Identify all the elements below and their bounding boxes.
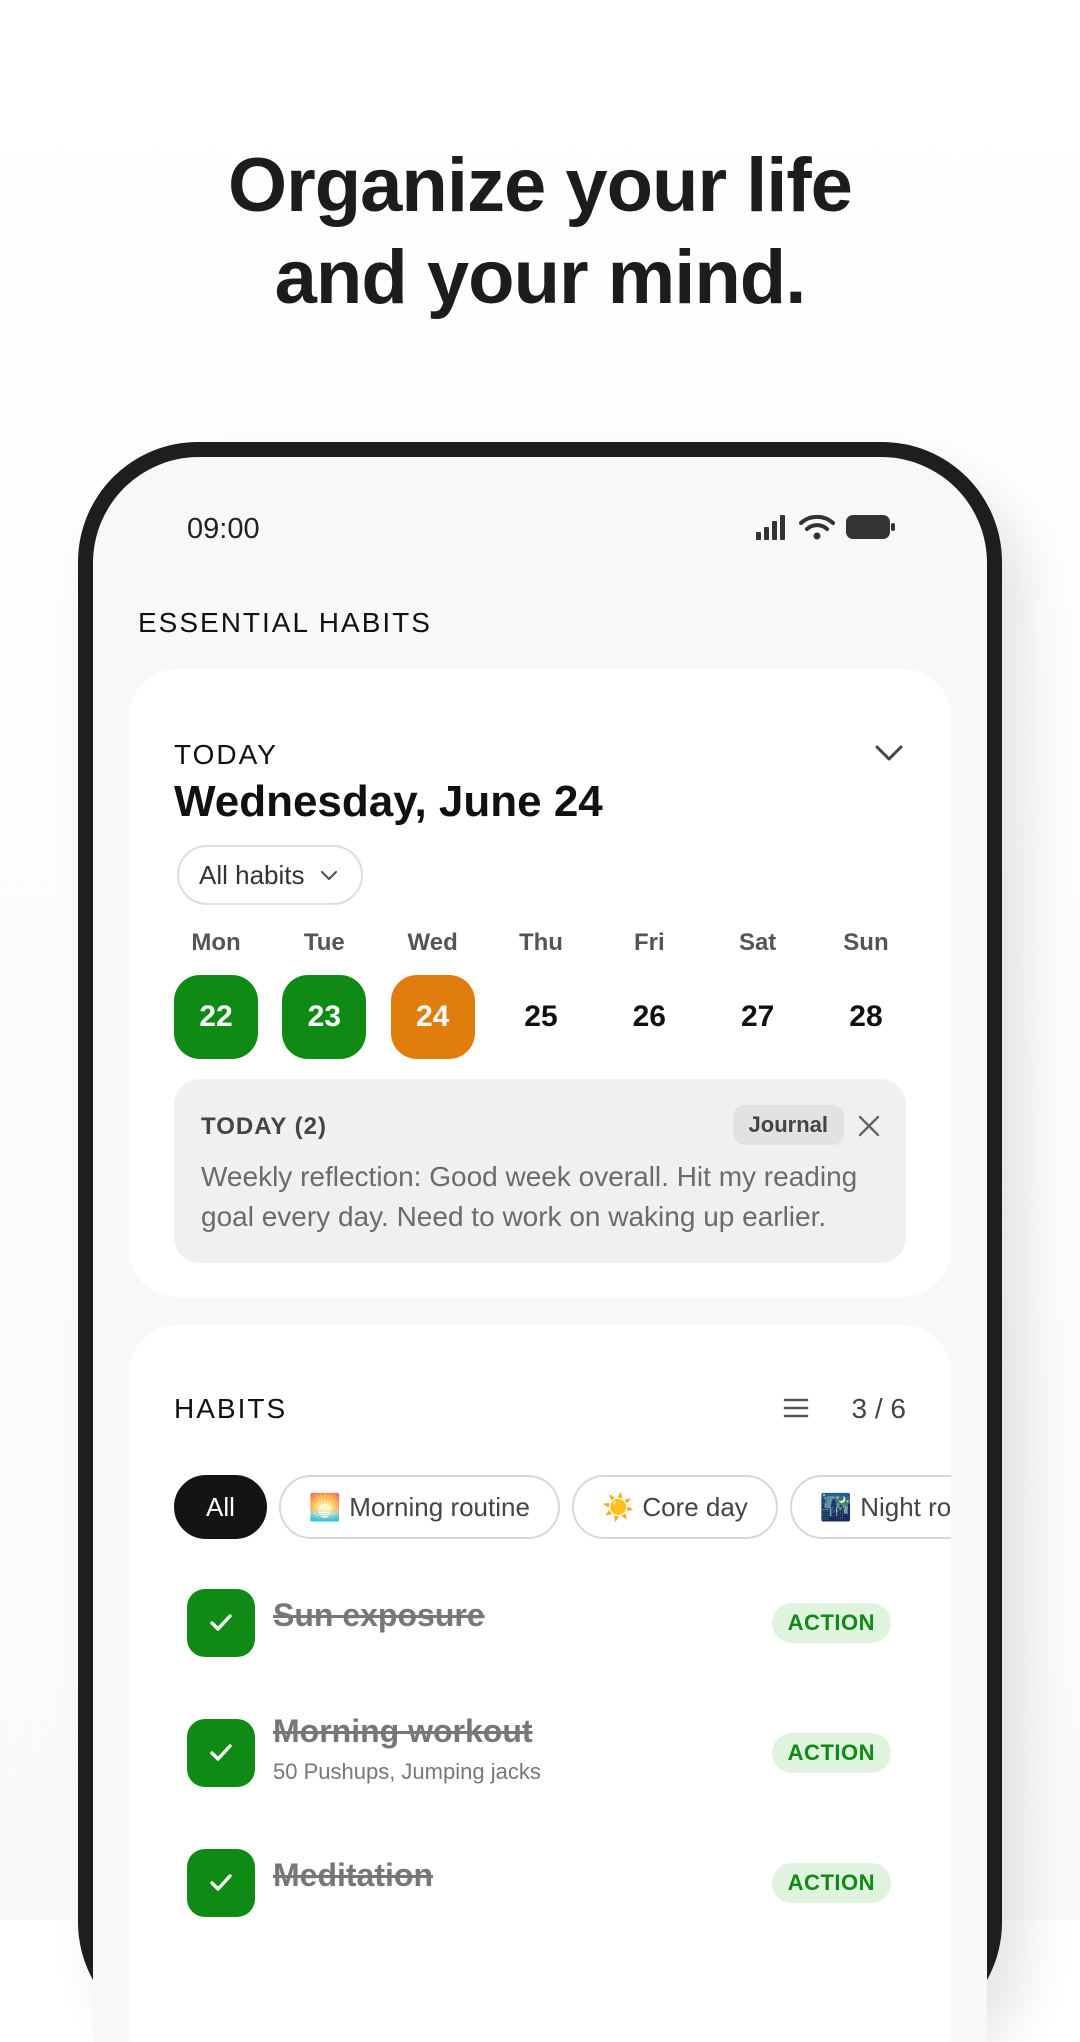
night-city-icon: 🌃 [819, 1491, 853, 1522]
signal-icon [756, 515, 785, 540]
journal-tag: Journal [732, 1105, 844, 1145]
habit-filter-dropdown[interactable]: All habits [177, 845, 363, 905]
day-thu[interactable]: Thu 25 [496, 929, 586, 1059]
today-card: TODAY Wednesday, June 24 All habits Mon … [129, 669, 951, 1297]
chevron-down-icon [320, 870, 337, 881]
day-name: Sun [843, 929, 889, 956]
wifi-icon [799, 514, 835, 540]
chevron-down-icon[interactable] [871, 735, 907, 771]
day-number: 25 [524, 1000, 558, 1033]
list-icon[interactable] [781, 1393, 811, 1423]
status-time: 09:00 [187, 513, 260, 545]
phone-screen: 09:00 ESSENTIAL HABITS TODAY Wednesday, … [93, 457, 987, 2042]
day-number: 26 [632, 1000, 666, 1033]
habit-row[interactable]: Morning workout 50 Pushups, Jumping jack… [187, 1713, 891, 1793]
day-name: Tue [303, 929, 345, 956]
check-icon [210, 1744, 232, 1761]
date-title: Wednesday, June 24 [174, 777, 603, 826]
chip-label: All [206, 1491, 235, 1522]
day-name: Fri [633, 929, 665, 956]
day-name: Mon [191, 929, 241, 956]
journal-text: Weekly reflection: Good week overall. Hi… [201, 1161, 858, 1232]
check-icon [210, 1874, 232, 1891]
day-fri[interactable]: Fri 26 [604, 929, 694, 1059]
habit-filter-label: All habits [199, 859, 305, 890]
chip-all[interactable]: All [174, 1475, 267, 1539]
day-name: Sat [738, 929, 777, 956]
day-mon[interactable]: Mon 22 [171, 929, 261, 1059]
sunrise-icon: 🌅 [308, 1491, 342, 1522]
day-sat[interactable]: Sat 27 [713, 929, 803, 1059]
headline-line-1: Organize your life [228, 143, 853, 228]
day-wed[interactable]: Wed 24 [388, 929, 478, 1059]
day-sun[interactable]: Sun 28 [821, 929, 911, 1059]
day-name: Wed [407, 929, 458, 956]
habit-row[interactable]: Sun exposure ACTION [187, 1583, 891, 1663]
chip-label: Night routine [860, 1491, 951, 1522]
chip-core-day[interactable]: ☀️ Core day [571, 1475, 778, 1539]
status-icons [755, 513, 897, 541]
phone-frame: 09:00 ESSENTIAL HABITS TODAY Wednesday, … [78, 442, 1002, 2042]
habit-name: Sun exposure [273, 1597, 485, 1633]
today-label: TODAY [174, 739, 278, 770]
habit-row[interactable]: Meditation ACTION [187, 1843, 891, 1923]
category-chips: All 🌅 Morning routine ☀️ Core day 🌃 Nigh… [174, 1475, 951, 1545]
habit-checkbox[interactable] [187, 1849, 255, 1917]
headline: Organize your life and your mind. [0, 140, 1080, 324]
habits-title: HABITS [174, 1393, 288, 1424]
chip-morning-routine[interactable]: 🌅 Morning routine [278, 1475, 560, 1539]
battery-icon [846, 515, 895, 539]
day-name: Thu [518, 929, 563, 956]
day-number: 24 [390, 975, 475, 1059]
sun-icon: ☀️ [601, 1491, 635, 1522]
chip-label: Core day [642, 1491, 748, 1522]
journal-entry[interactable]: TODAY (2) Journal Weekly reflection: Goo… [174, 1079, 906, 1263]
day-number: 23 [282, 975, 367, 1059]
habit-checkbox[interactable] [187, 1719, 255, 1787]
day-tue[interactable]: Tue 23 [279, 929, 369, 1059]
day-number: 27 [740, 1000, 775, 1033]
habit-name: Morning workout [273, 1713, 533, 1749]
habit-subtitle: 50 Pushups, Jumping jacks [273, 1759, 541, 1784]
habit-tag: ACTION [771, 1733, 891, 1773]
habit-tag: ACTION [771, 1863, 891, 1903]
habits-card: HABITS 3 / 6 All 🌅 Morning routine ☀️ Co… [129, 1325, 951, 2042]
week-strip: Mon 22 Tue 23 Wed 24 Thu 25 Fri 26 Sat 2… [171, 929, 911, 1059]
close-icon[interactable] [856, 1113, 882, 1139]
chip-night-routine[interactable]: 🌃 Night routine [789, 1475, 951, 1539]
habit-checkbox[interactable] [187, 1589, 255, 1657]
habit-name: Meditation [273, 1857, 433, 1893]
day-number: 28 [849, 1000, 883, 1033]
day-number: 22 [174, 975, 258, 1059]
habit-tag: ACTION [771, 1603, 891, 1643]
headline-line-2: and your mind. [274, 235, 807, 320]
chip-label: Morning routine [349, 1491, 530, 1522]
habits-count: 3 / 6 [851, 1393, 906, 1424]
journal-header: TODAY (2) [201, 1113, 327, 1140]
check-icon [210, 1614, 232, 1631]
section-title: ESSENTIAL HABITS [138, 607, 432, 638]
